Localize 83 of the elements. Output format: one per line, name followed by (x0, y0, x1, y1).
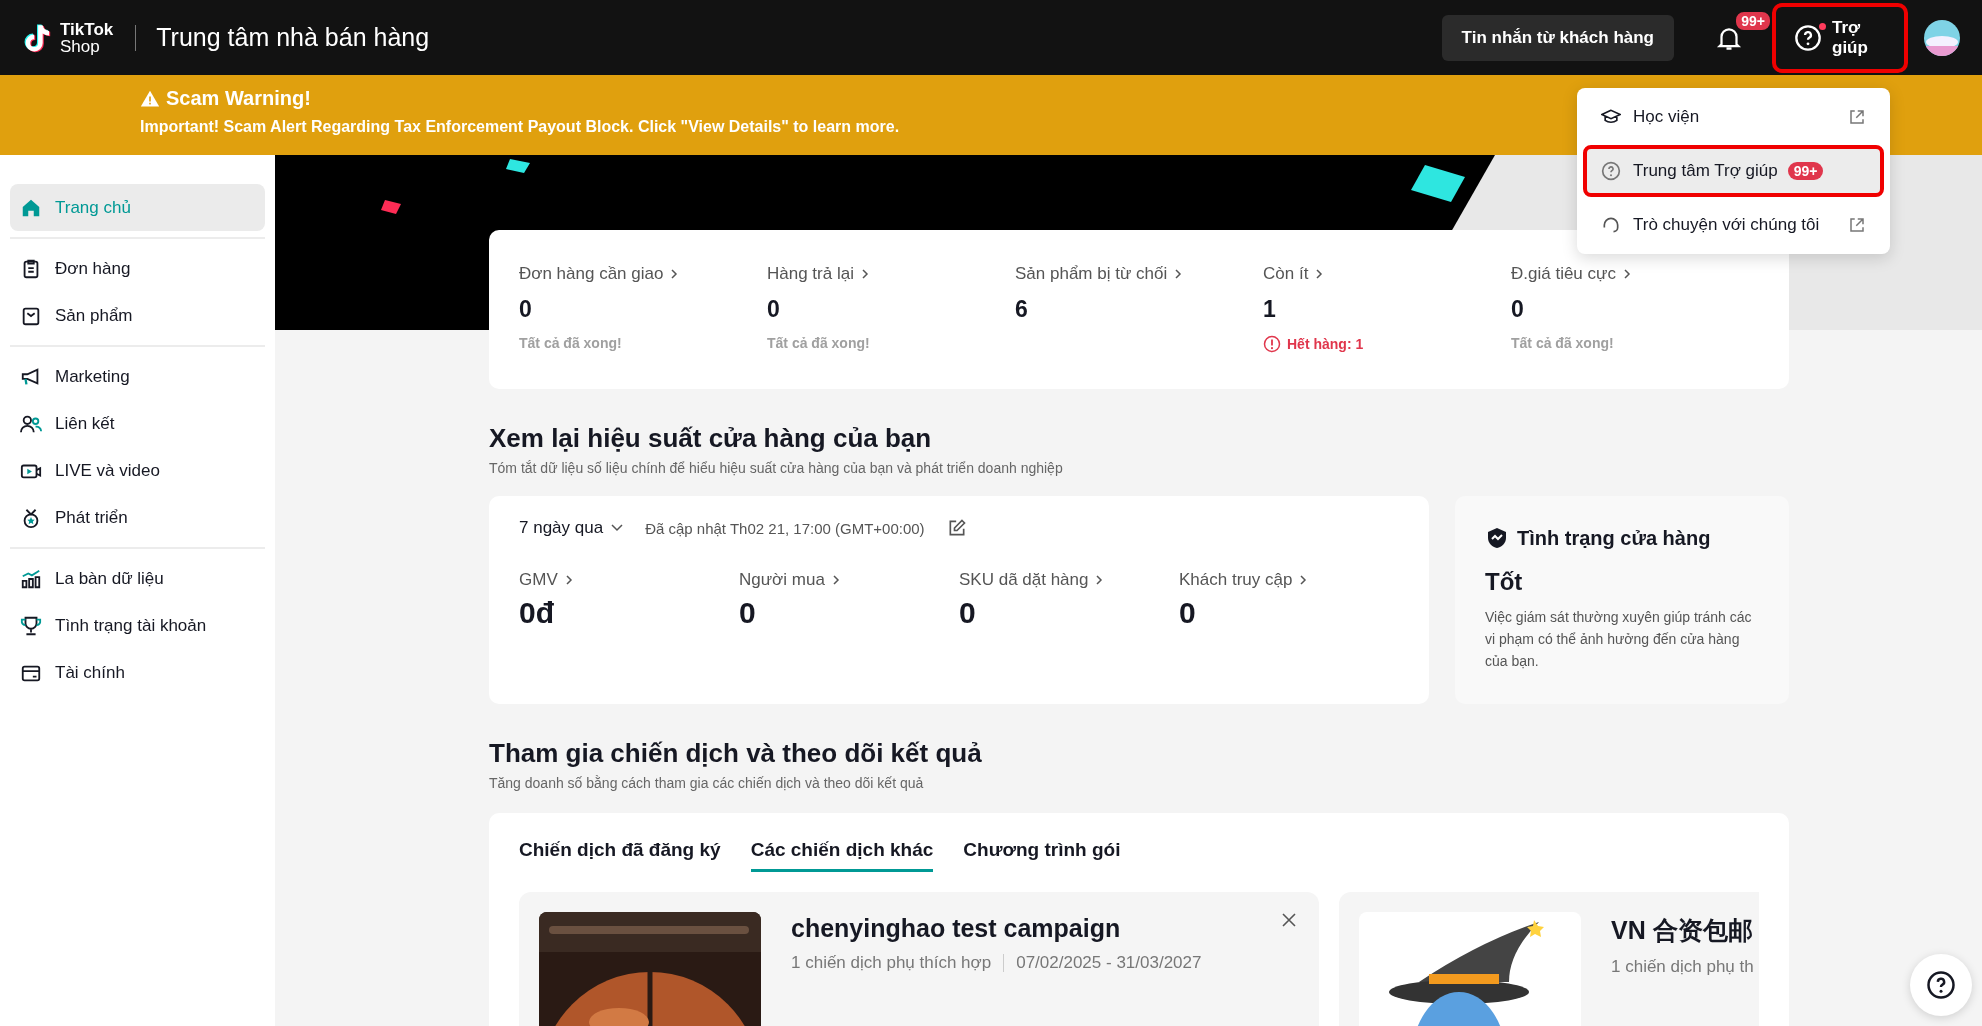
tab[interactable]: Chiến dịch đã đăng ký (519, 839, 721, 872)
stat-link[interactable]: Đ.giá tiêu cực (1511, 264, 1632, 284)
campaign-card[interactable]: VN 合资包邮 1 chiến dịch phụ th (1339, 892, 1759, 1026)
sidebar-item[interactable]: Liên kết (10, 400, 265, 447)
campaign-subcount: 1 chiến dịch phụ thích hợp (791, 953, 992, 973)
campaign-title: chenyinghao test campaign (791, 914, 1121, 943)
chevron-right-icon (1094, 574, 1105, 586)
metric-link[interactable]: GMV (519, 570, 574, 590)
alert-icon (1263, 335, 1281, 353)
stat-link[interactable]: Hàng trả lại (767, 264, 870, 284)
metric-value: 0đ (519, 596, 554, 630)
help-button[interactable]: Trợ giúp (1772, 2, 1908, 73)
tab[interactable]: Các chiến dịch khác (750, 839, 934, 872)
close-button[interactable] (1281, 912, 1297, 928)
bar-chart-icon (20, 567, 42, 590)
unread-dot (1819, 22, 1826, 30)
trophy-icon (20, 614, 42, 637)
section-title: Tham gia chiến dịch và theo dõi kết quả (489, 738, 982, 769)
stat-link[interactable]: Còn ít (1263, 264, 1325, 284)
sidebar-item[interactable]: LIVE và video (10, 447, 265, 494)
card-title: Tình trạng cửa hàng (1517, 526, 1711, 550)
campaign-title: VN 合资包邮 (1611, 915, 1753, 946)
chevron-right-icon (1621, 268, 1632, 280)
sidebar-item[interactable]: La bàn dữ liệu (10, 555, 265, 602)
page-title: Trung tâm nhà bán hàng (156, 23, 430, 52)
external-link-icon (1848, 216, 1866, 234)
menu-item[interactable]: Học viện (1583, 91, 1884, 143)
menu-item[interactable]: Trung tâm Trợ giúp 99+ (1583, 145, 1884, 197)
chevron-right-icon (1173, 268, 1184, 280)
update-time: Đã cập nhật Th02 21, 17:00 (GMT+00:00) (645, 519, 925, 537)
stat-note: Tất cả đã xong! (519, 335, 622, 351)
help-icon (1601, 161, 1621, 181)
help-icon (1926, 970, 1956, 1000)
messages-button[interactable]: Tin nhắn từ khách hàng (1441, 14, 1674, 61)
sidebar-item[interactable]: Phát triển (10, 494, 265, 541)
sidebar-item[interactable]: Marketing (10, 353, 265, 400)
period-dropdown[interactable]: 7 ngày qua (519, 518, 624, 538)
logo-text: TikTok (60, 20, 114, 38)
help-icon (1794, 23, 1822, 52)
menu-item[interactable]: Trò chuyện với chúng tôi (1583, 199, 1884, 251)
chevron-right-icon (830, 574, 841, 586)
stat-note: Tất cả đã xong! (767, 335, 870, 351)
tab[interactable]: Chương trình gói (963, 839, 1121, 872)
chevron-right-icon (1314, 268, 1325, 280)
chevron-down-icon (611, 524, 624, 532)
warning-title: Scam Warning! (166, 87, 311, 110)
campaign-dates: 07/02/2025 - 31/03/2027 (1016, 953, 1202, 973)
stat-link[interactable]: Sản phẩm bị từ chối (1015, 264, 1184, 284)
metric-link[interactable]: Khách truy cập (1179, 570, 1309, 590)
stat-link[interactable]: Đơn hàng cần giao (519, 264, 680, 284)
section-subtitle: Tăng doanh số bằng cách tham gia các chiến dịch và theo dõi kết quả (489, 775, 924, 791)
metric-link[interactable]: SKU dã dặt hàng (959, 570, 1105, 590)
stat-value: 0 (519, 296, 532, 323)
campaign-card[interactable]: chenyinghao test campaign 1 chiến dịch phụ thích hợp 07/02/2025 - 31/03/2027 (519, 892, 1319, 1026)
notification-badge: 99+ (1734, 9, 1772, 32)
sidebar-item[interactable]: Tình trạng tài khoản (10, 602, 265, 649)
section-subtitle: Tóm tắt dữ liệu số liệu chính để hiểu hiệu suất cửa hàng của bạn và phát triển doanh nghiệp (489, 460, 1063, 476)
sidebar-item[interactable]: Đơn hàng (10, 245, 265, 292)
stat-value: 0 (1511, 296, 1524, 323)
stat-value: 6 (1015, 296, 1028, 323)
shield-icon (1485, 526, 1509, 550)
chevron-right-icon (859, 268, 870, 280)
metric-value: 0 (739, 596, 756, 630)
chevron-right-icon (669, 268, 680, 280)
health-description: Việc giám sát thường xuyên giúp tránh các vi phạm có thể ảnh hưởng đến cửa hàng của bạn. (1485, 608, 1753, 671)
close-icon (1281, 912, 1297, 928)
campaign-subcount: 1 chiến dịch phụ th (1611, 957, 1754, 977)
stat-value: 1 (1263, 296, 1276, 323)
external-link-icon (1848, 108, 1866, 126)
metric-value: 0 (1179, 596, 1196, 630)
metric-value: 0 (959, 596, 976, 630)
count-badge: 99+ (1787, 162, 1824, 180)
chevron-right-icon (1298, 574, 1309, 586)
stat-note: Tất cả đã xong! (1511, 335, 1614, 351)
section-title: Xem lại hiệu suất cửa hàng của bạn (489, 423, 932, 454)
sidebar-item[interactable]: Sản phẩm (10, 292, 265, 339)
sidebar-item[interactable]: Tài chính (10, 649, 265, 696)
stat-value: 0 (767, 296, 780, 323)
stat-note: Hết hàng: 1 (1263, 335, 1364, 353)
logo-text: Shop (60, 37, 101, 55)
health-status: Tốt (1485, 568, 1523, 596)
chevron-right-icon (563, 574, 574, 586)
metric-link[interactable]: Người mua (739, 570, 841, 590)
